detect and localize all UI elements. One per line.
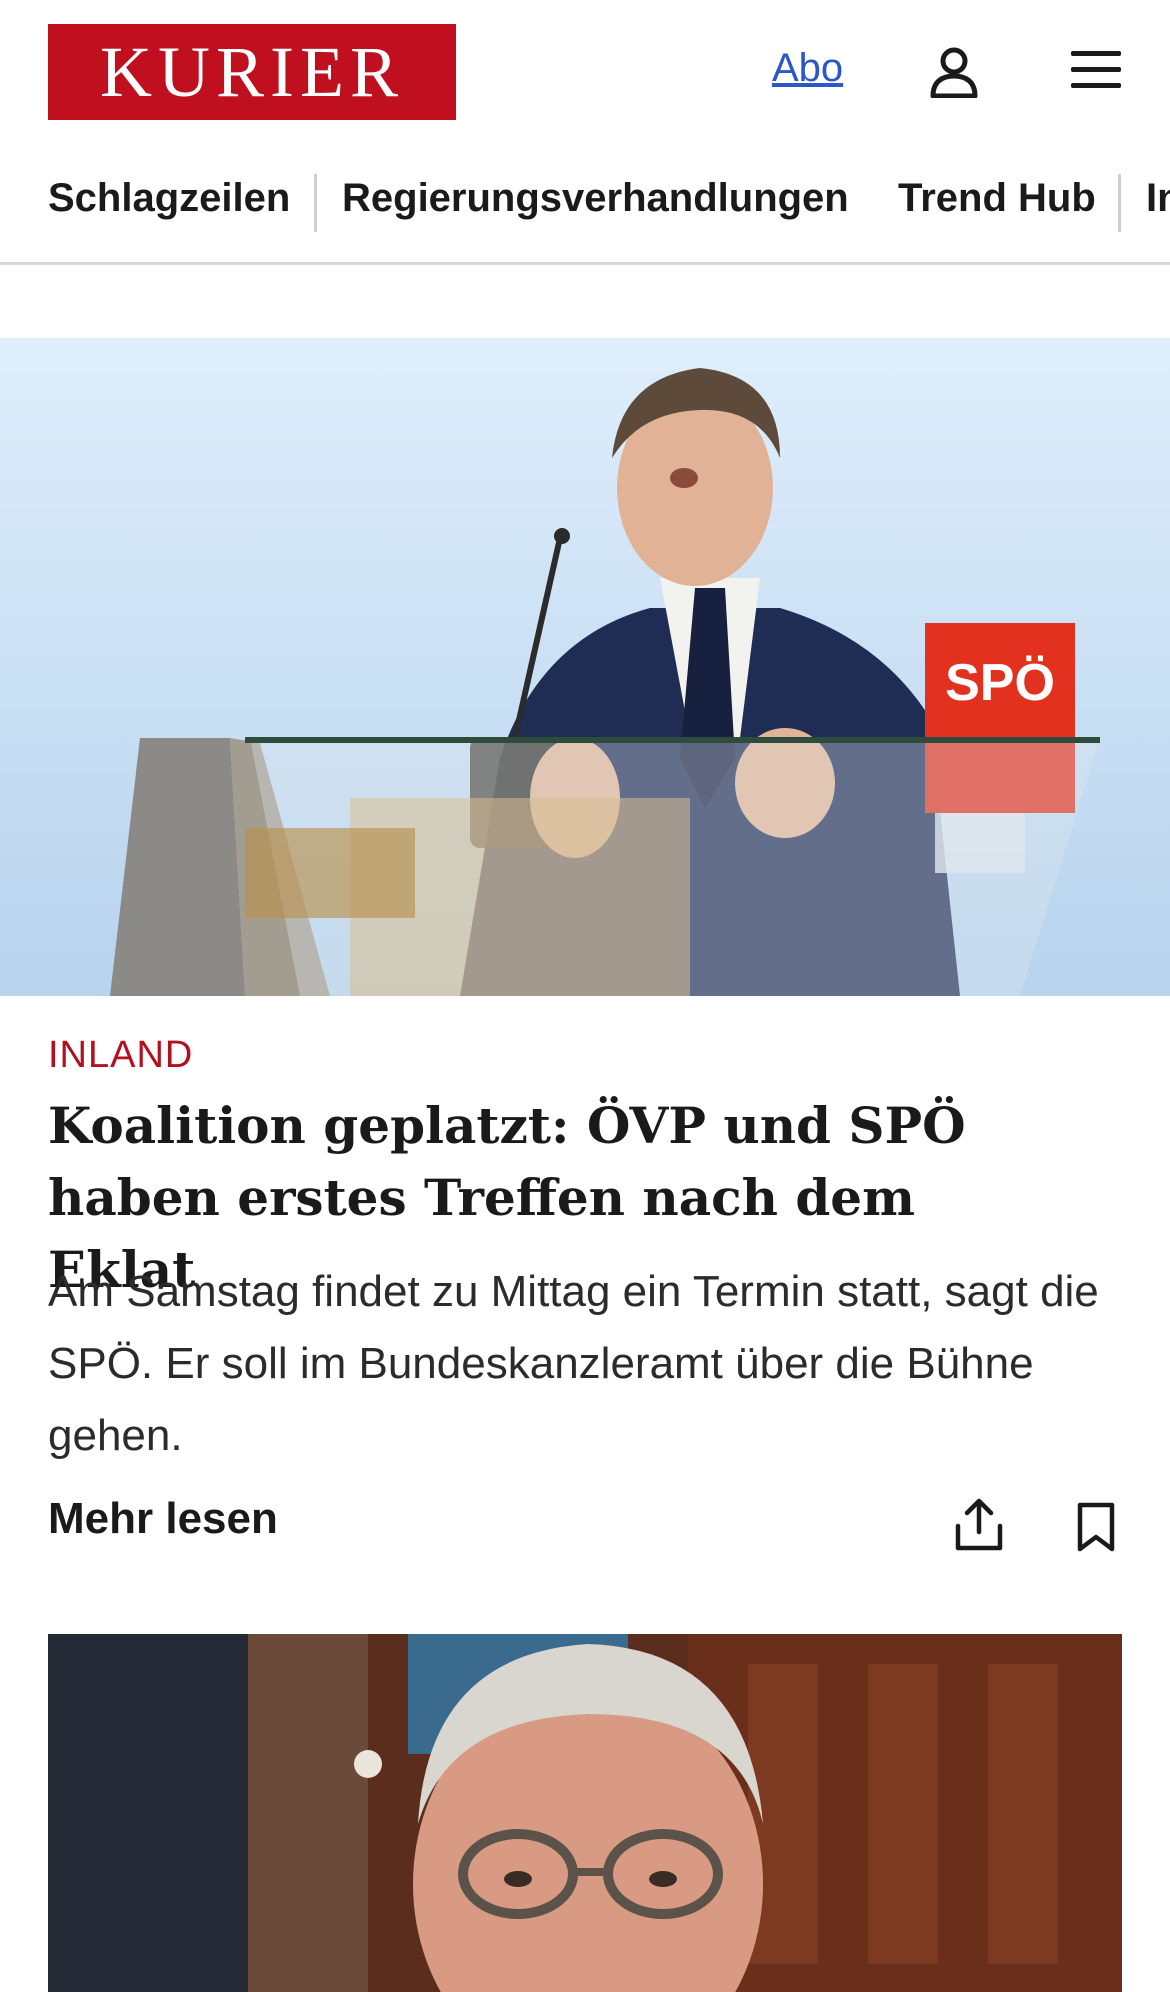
article-hero-image[interactable]: SPÖ bbox=[0, 338, 1170, 996]
nav-divider bbox=[314, 174, 317, 232]
nav-divider bbox=[1118, 174, 1121, 232]
spo-sign-text: SPÖ bbox=[945, 654, 1055, 712]
hamburger-menu-icon[interactable] bbox=[1070, 48, 1122, 92]
section-nav: Schlagzeilen Regierungsverhandlungen Tre… bbox=[0, 164, 1170, 265]
read-more-link[interactable]: Mehr lesen bbox=[48, 1494, 278, 1544]
nav-item-inland[interactable]: In bbox=[1146, 176, 1170, 221]
site-header: KURIER Abo bbox=[0, 0, 1170, 144]
nav-item-trend-hub[interactable]: Trend Hub bbox=[898, 176, 1096, 221]
kurier-logo[interactable]: KURIER bbox=[48, 24, 456, 120]
nav-item-schlagzeilen[interactable]: Schlagzeilen bbox=[48, 176, 290, 221]
article-category[interactable]: INLAND bbox=[48, 1034, 193, 1077]
article-image-second[interactable] bbox=[48, 1634, 1122, 1992]
abo-link[interactable]: Abo bbox=[772, 46, 843, 91]
article-teaser: Am Samstag findet zu Mittag ein Termin s… bbox=[48, 1267, 1099, 1460]
share-icon[interactable] bbox=[954, 1498, 1004, 1552]
user-icon[interactable] bbox=[929, 46, 979, 99]
bookmark-icon[interactable] bbox=[1074, 1502, 1118, 1552]
nav-item-regierungsverhandlungen[interactable]: Regierungsverhandlungen bbox=[342, 176, 849, 221]
